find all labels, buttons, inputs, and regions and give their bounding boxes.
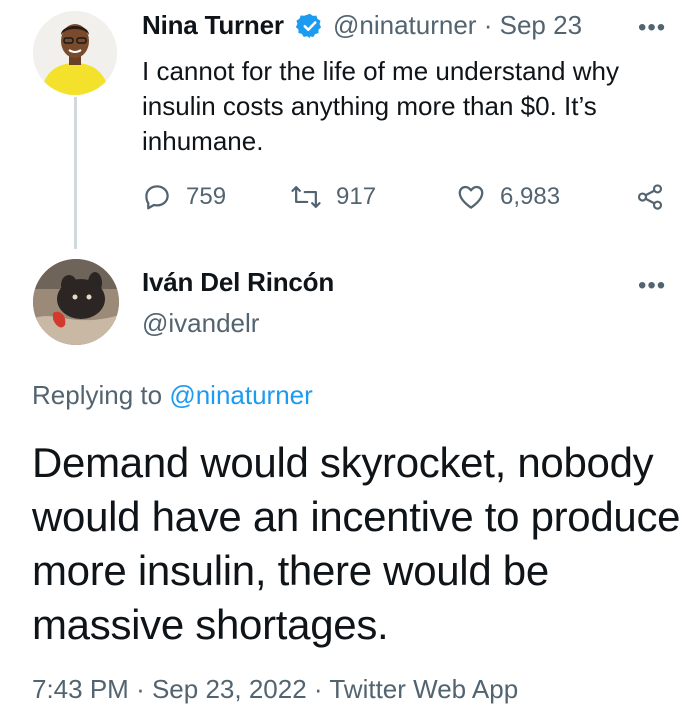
retweet-count: 917 [336, 183, 377, 210]
more-icon[interactable]: ••• [638, 16, 666, 40]
replying-to-line: Replying to @ninaturner [32, 380, 313, 411]
meta-separator: · [313, 674, 323, 704]
tweet-text: I cannot for the life of me understand w… [142, 56, 619, 156]
avatar-nina-turner[interactable] [33, 11, 117, 95]
thread-connector-line [74, 97, 77, 249]
reply-icon [142, 182, 172, 212]
reply-author-name[interactable]: Iván Del Rincón [142, 267, 334, 298]
header-separator: · [483, 10, 493, 40]
verified-badge-icon [295, 12, 324, 45]
share-icon [634, 182, 666, 212]
like-button[interactable]: 6,983 [456, 182, 560, 212]
replying-to-label: Replying to [32, 380, 163, 410]
like-icon [456, 182, 486, 212]
tweet-actions: 759 917 6,983 [142, 182, 682, 218]
tweet-time[interactable]: 7:43 PM [32, 674, 129, 704]
retweet-icon [290, 182, 322, 212]
more-icon[interactable]: ••• [638, 274, 666, 298]
tweet-date[interactable]: Sep 23 [500, 10, 582, 40]
reply-text: Demand would skyrocket, nobody would hav… [32, 439, 681, 648]
reply-count: 759 [186, 183, 227, 210]
like-count: 6,983 [500, 183, 561, 210]
reply-button[interactable]: 759 [142, 182, 226, 212]
retweet-button[interactable]: 917 [290, 182, 376, 212]
tweet-source[interactable]: Twitter Web App [329, 674, 518, 704]
avatar-ivan-del-rincon[interactable] [33, 259, 119, 345]
tweet-full-date[interactable]: Sep 23, 2022 [152, 674, 307, 704]
tweet-meta: 7:43 PM · Sep 23, 2022 · Twitter Web App [32, 674, 518, 705]
share-button[interactable] [634, 182, 666, 212]
author-name[interactable]: Nina Turner [142, 10, 284, 41]
reply-author-handle[interactable]: @ivandelr [142, 308, 259, 339]
replying-to-mention[interactable]: @ninaturner [169, 380, 312, 410]
meta-separator: · [136, 674, 145, 704]
author-handle[interactable]: @ninaturner [333, 10, 476, 40]
